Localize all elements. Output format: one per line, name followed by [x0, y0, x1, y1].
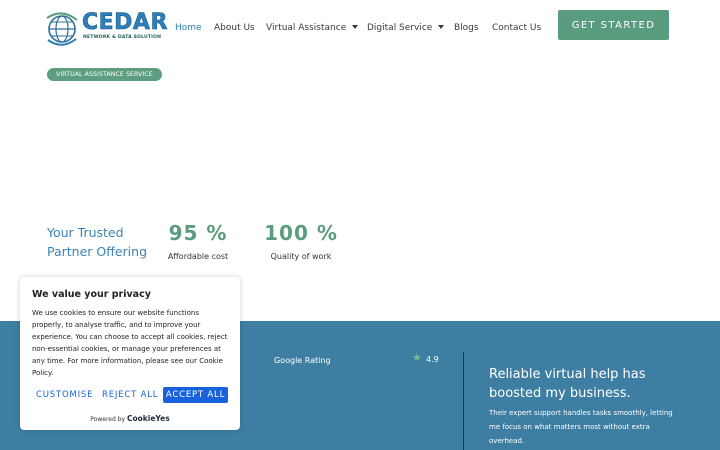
logo-tagline: NETWORK & DATA SOLUTION [83, 35, 162, 40]
site-logo[interactable]: CEDAR NETWORK & DATA SOLUTION [44, 10, 168, 46]
service-badge: VIRTUAL ASSISTANCE SERVICE [47, 68, 162, 81]
accept-all-button[interactable]: ACCEPT ALL [163, 387, 228, 403]
divider [463, 352, 464, 450]
powered-by[interactable]: Powered by CookieYes [20, 414, 240, 425]
star-icon: ★ [412, 351, 422, 364]
nav-digital-service[interactable]: Digital Service [367, 21, 445, 35]
rating-value: 4.9 [426, 355, 439, 364]
get-started-button[interactable]: GET STARTED [558, 10, 669, 40]
stat-value: 95 % [168, 221, 228, 245]
chevron-down-icon [438, 24, 445, 29]
nav-digital-service-label: Digital Service [367, 23, 433, 33]
google-rating-label: Google Rating [274, 356, 331, 365]
chevron-down-icon [352, 24, 359, 29]
customise-button[interactable]: CUSTOMISE [36, 387, 93, 403]
site-header: CEDAR NETWORK & DATA SOLUTION Home About… [0, 0, 720, 60]
logo-wordmark: CEDAR [82, 10, 168, 36]
stat-affordable-cost: 95 % Affordable cost [160, 219, 236, 265]
cookie-title: We value your privacy [32, 289, 151, 300]
reject-all-button[interactable]: REJECT ALL [102, 387, 158, 403]
nav-blogs[interactable]: Blogs [454, 21, 479, 35]
testimonial-title: Reliable virtual help has boosted my bus… [489, 367, 646, 401]
nav-virtual-assistance-label: Virtual Assistance [266, 23, 347, 33]
cookie-buttons: CUSTOMISE REJECT ALL ACCEPT ALL [32, 387, 230, 403]
globe-icon [46, 12, 78, 46]
nav-contact-us[interactable]: Contact Us [492, 21, 541, 35]
nav-virtual-assistance[interactable]: Virtual Assistance [266, 21, 359, 35]
cookieyes-logo: CookieYes [126, 414, 170, 423]
stat-label: Affordable cost [167, 252, 229, 261]
stat-quality-of-work: 100 % Quality of work [262, 219, 340, 265]
cookie-consent-dialog: We value your privacy We use cookies to … [20, 277, 240, 430]
stat-value: 100 % [264, 221, 338, 245]
cookie-description: We use cookies to ensure our website fun… [32, 309, 228, 377]
powered-by-label: Powered by [90, 416, 126, 423]
nav-home[interactable]: Home [175, 21, 202, 35]
stat-label: Quality of work [270, 252, 332, 261]
nav-about-us[interactable]: About Us [214, 21, 255, 35]
trusted-partner-text: Your Trusted Partner Offering [47, 225, 148, 259]
testimonial-body: Their expert support handles tasks smoot… [489, 409, 673, 445]
